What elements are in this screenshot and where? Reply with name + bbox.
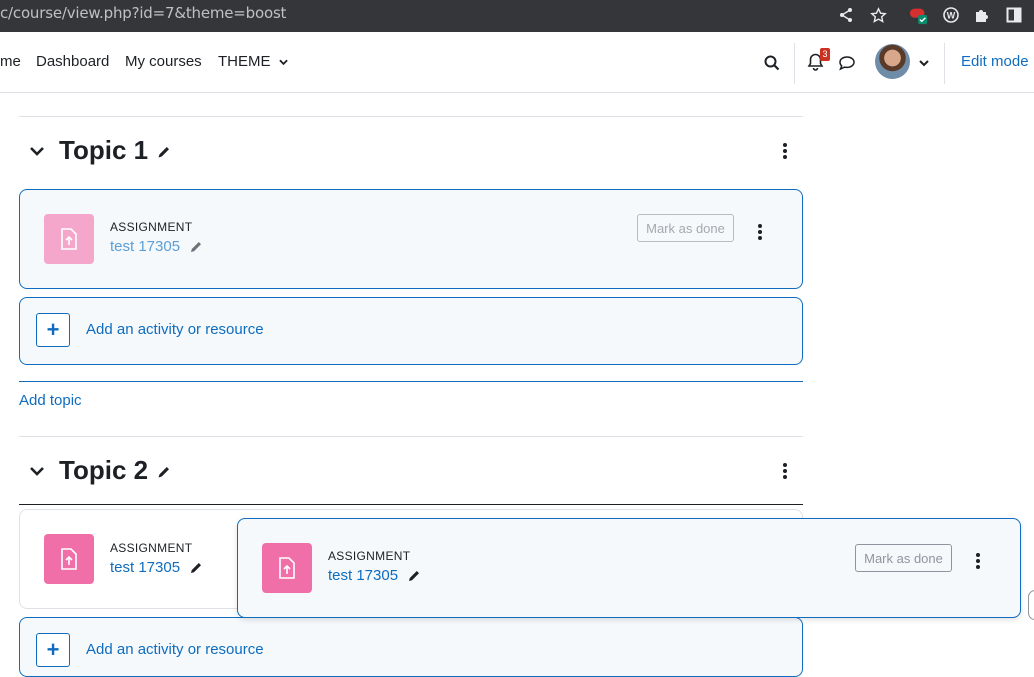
activity-actions-kebab-icon[interactable] — [757, 224, 763, 240]
sidebar-icon[interactable] — [1004, 5, 1024, 25]
section-divider — [19, 116, 803, 117]
add-plus-icon[interactable]: + — [36, 313, 70, 347]
edit-title-pencil-icon[interactable] — [157, 145, 171, 159]
extension-w-icon[interactable]: W — [941, 5, 961, 25]
search-icon[interactable] — [761, 52, 783, 74]
nav-theme-dropdown[interactable]: THEME — [218, 53, 288, 70]
nav-dashboard-link[interactable]: Dashboard — [36, 53, 109, 70]
edit-activity-pencil-icon-2[interactable] — [189, 561, 203, 575]
activity-type-label: ASSIGNMENT — [110, 220, 193, 234]
edit-mode-toggle[interactable]: Edit mode — [961, 53, 1029, 70]
nav-my-courses-link[interactable]: My courses — [125, 53, 202, 70]
add-topic-link[interactable]: Add topic — [19, 392, 82, 409]
browser-toolbar: c/course/view.php?id=7&theme=boost W — [0, 0, 1034, 32]
activity-type-label-2: ASSIGNMENT — [110, 541, 193, 555]
edit-activity-pencil-icon[interactable] — [189, 240, 203, 254]
activity-type-label-dragging: ASSIGNMENT — [328, 549, 411, 563]
add-activity-link[interactable]: Add an activity or resource — [86, 321, 264, 338]
nav-home-link[interactable]: me — [0, 53, 21, 70]
share-icon[interactable] — [836, 5, 856, 25]
activity-name-link-2[interactable]: test 17305 — [110, 559, 180, 576]
messages-icon[interactable] — [836, 52, 858, 74]
navbar-divider — [794, 43, 795, 84]
activity-name-link-dragging[interactable]: test 17305 — [328, 567, 398, 584]
add-plus-icon-2[interactable]: + — [36, 633, 70, 667]
section-actions-kebab-icon-2[interactable] — [782, 463, 788, 479]
add-topic-divider — [19, 381, 803, 382]
section-actions-kebab-icon[interactable] — [782, 143, 788, 159]
assignment-icon-2 — [44, 534, 94, 584]
navbar-divider-2 — [944, 43, 945, 84]
mark-as-done-button[interactable]: Mark as done — [637, 214, 734, 242]
svg-text:W: W — [947, 11, 956, 21]
assignment-icon — [44, 214, 94, 264]
edit-activity-pencil-icon-dragging[interactable] — [407, 569, 421, 583]
puzzle-icon[interactable] — [972, 5, 992, 25]
section-title-topic-2: Topic 2 — [59, 455, 149, 485]
user-avatar[interactable] — [875, 44, 910, 79]
activity-actions-kebab-icon-dragging[interactable] — [975, 553, 981, 569]
address-bar-text[interactable]: c/course/view.php?id=7&theme=boost — [0, 4, 286, 22]
add-activity-link-2[interactable]: Add an activity or resource — [86, 641, 264, 658]
star-icon[interactable] — [868, 5, 888, 25]
scroll-edge-indicator — [1028, 590, 1034, 620]
chevron-down-icon — [278, 57, 288, 69]
extension-lastpass-icon[interactable] — [909, 5, 929, 25]
collapse-chevron-icon-2[interactable] — [28, 462, 46, 480]
assignment-icon-dragging — [262, 543, 312, 593]
edit-title-pencil-icon-2[interactable] — [157, 465, 171, 479]
section-title-topic-1: Topic 1 — [59, 135, 149, 165]
nav-theme-label: THEME — [218, 53, 271, 70]
user-menu-chevron-icon[interactable] — [913, 52, 935, 74]
notification-count-badge: 3 — [820, 48, 830, 61]
section-divider-2 — [19, 436, 803, 437]
activity-name-link[interactable]: test 17305 — [110, 238, 180, 255]
collapse-chevron-icon[interactable] — [28, 142, 46, 160]
mark-as-done-button-dragging[interactable]: Mark as done — [855, 544, 952, 572]
drop-indicator-line — [19, 504, 803, 505]
